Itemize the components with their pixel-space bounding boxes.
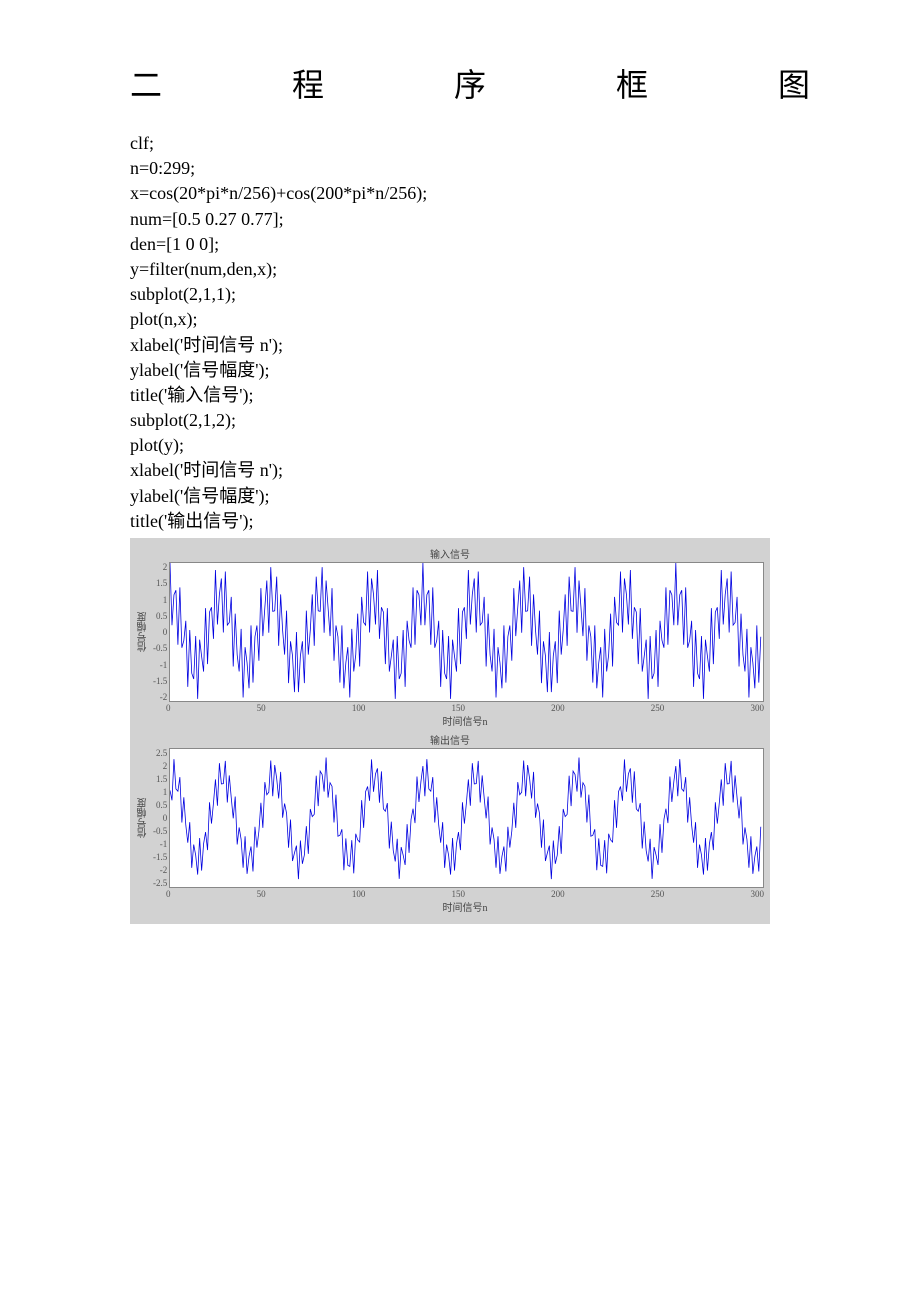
heading-char: 图 [778,60,810,106]
code-line: ylabel('信号幅度'); [130,360,269,380]
y-axis-label: 信号幅度 [136,748,153,888]
code-listing: clf; n=0:299; x=cos(20*pi*n/256)+cos(200… [130,131,810,534]
heading-char: 二 [130,60,162,106]
y-axis-label: 信号幅度 [136,562,153,702]
plot-area-output [169,748,764,888]
plot-area-input [169,562,764,702]
subplot-output: 输出信号 信号幅度 2.5 2 1.5 1 0.5 0 -0.5 -1 -1.5… [136,732,764,914]
code-line: subplot(2,1,2); [130,410,236,430]
chart-title: 输入信号 [136,546,764,561]
code-line: clf; [130,133,154,153]
code-line: x=cos(20*pi*n/256)+cos(200*pi*n/256); [130,183,427,203]
code-line: xlabel('时间信号 n'); [130,335,283,355]
code-line: title('输出信号'); [130,511,253,531]
code-line: ylabel('信号幅度'); [130,486,269,506]
code-line: y=filter(num,den,x); [130,259,277,279]
x-axis-label: 时间信号n [166,899,764,914]
y-ticks: 2.5 2 1.5 1 0.5 0 -0.5 -1 -1.5 -2 -2.5 [153,748,169,888]
code-line: num=[0.5 0.27 0.77]; [130,209,284,229]
x-axis-label: 时间信号n [166,713,764,728]
section-heading: 二 程 序 框 图 [130,60,810,106]
matlab-figure: 输入信号 信号幅度 2 1.5 1 0.5 0 -0.5 -1 -1.5 -2 … [130,538,770,924]
code-line: xlabel('时间信号 n'); [130,460,283,480]
x-ticks: 0 50 100 150 200 250 300 [166,703,764,713]
heading-char: 程 [292,60,324,106]
subplot-input: 输入信号 信号幅度 2 1.5 1 0.5 0 -0.5 -1 -1.5 -2 … [136,546,764,728]
x-ticks: 0 50 100 150 200 250 300 [166,889,764,899]
heading-char: 序 [454,60,486,106]
code-line: subplot(2,1,1); [130,284,236,304]
heading-char: 框 [616,60,648,106]
code-line: n=0:299; [130,158,195,178]
code-line: plot(y); [130,435,184,455]
code-line: den=[1 0 0]; [130,234,219,254]
y-ticks: 2 1.5 1 0.5 0 -0.5 -1 -1.5 -2 [153,562,169,702]
chart-title: 输出信号 [136,732,764,747]
code-line: plot(n,x); [130,309,198,329]
code-line: title('输入信号'); [130,385,253,405]
